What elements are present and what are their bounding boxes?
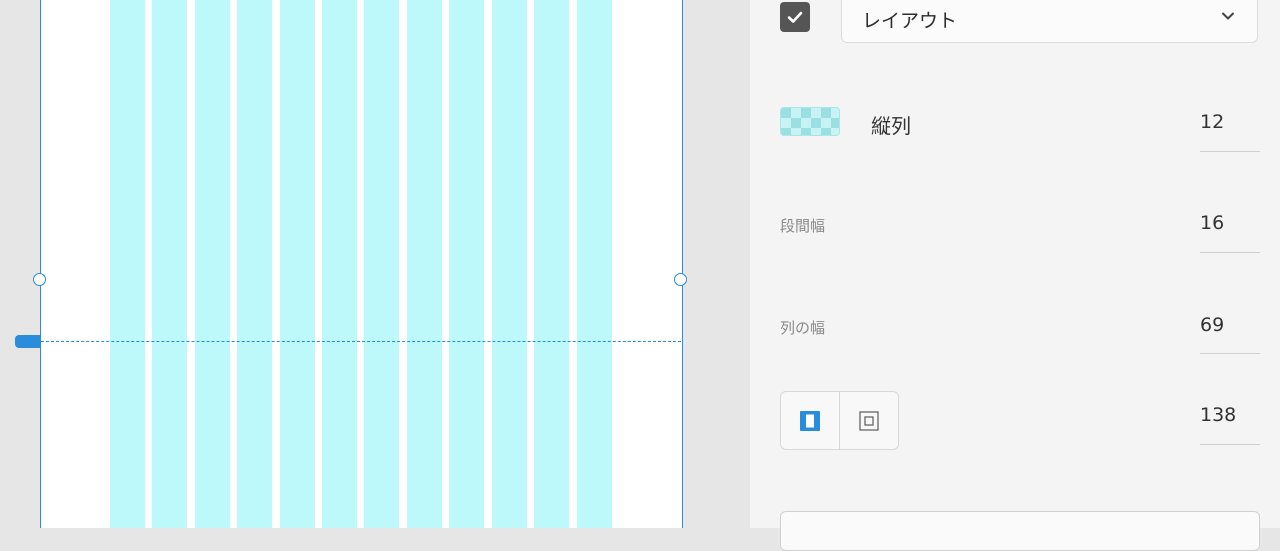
gutter-width-input-underline — [1200, 252, 1260, 253]
individual-margins-icon — [859, 410, 879, 431]
grid-column — [407, 0, 442, 528]
dropdown-value: レイアウト — [862, 10, 958, 32]
columns-input[interactable]: 12 — [1200, 111, 1224, 133]
use-as-default-button[interactable] — [780, 511, 1260, 551]
grid-column — [449, 0, 484, 528]
artboard[interactable] — [40, 0, 683, 528]
gutter-width-input[interactable]: 16 — [1200, 212, 1224, 234]
individual-margins-button[interactable] — [839, 392, 898, 449]
column-width-input-underline — [1200, 353, 1260, 354]
column-width-label: 列の幅 — [780, 319, 826, 337]
guide-marker[interactable] — [15, 335, 41, 348]
column-color-swatch[interactable] — [780, 107, 840, 136]
ruler-guide[interactable] — [41, 341, 681, 342]
grid-column — [322, 0, 357, 528]
checkerboard-swatch-icon — [781, 108, 839, 135]
columns-input-underline — [1200, 151, 1260, 152]
margin-mode-toggle — [780, 391, 899, 450]
grid-column — [577, 0, 612, 528]
grid-column — [195, 0, 230, 528]
grid-column — [237, 0, 272, 528]
resize-handle-left[interactable] — [33, 273, 46, 286]
grid-column — [492, 0, 527, 528]
checkmark-icon — [787, 11, 803, 23]
grid-column — [110, 0, 145, 528]
property-inspector: レイアウト 縦列 12 段間幅 16 列の幅 69 138 — [750, 0, 1280, 551]
grid-column — [364, 0, 399, 528]
margins-input-underline — [1200, 444, 1260, 445]
linked-margins-icon — [800, 410, 820, 431]
gutter-width-label: 段間幅 — [780, 217, 826, 235]
columns-label: 縦列 — [871, 114, 911, 138]
grid-type-dropdown[interactable]: レイアウト — [841, 0, 1258, 43]
grid-column — [152, 0, 187, 528]
resize-handle-right[interactable] — [674, 273, 687, 286]
grid-column — [534, 0, 569, 528]
margins-input[interactable]: 138 — [1200, 404, 1236, 426]
layout-grid-checkbox[interactable] — [780, 2, 810, 32]
chevron-down-icon — [1222, 12, 1234, 20]
linked-margins-button[interactable] — [781, 392, 839, 449]
grid-column — [280, 0, 315, 528]
design-canvas[interactable] — [0, 0, 750, 528]
column-width-input[interactable]: 69 — [1200, 314, 1224, 336]
